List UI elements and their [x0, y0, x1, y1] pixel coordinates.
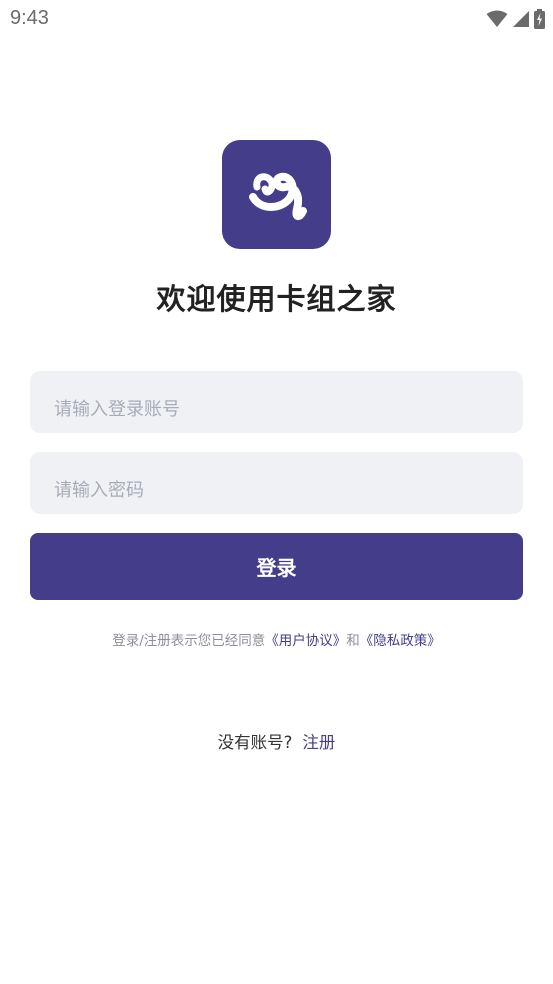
- login-screen: 9:43 欢迎使用卡组之家 请输入登录账号 登录 登录/注册表示您已经同意《用户…: [0, 0, 553, 984]
- agreement-prefix: 登录/注册表示您已经同意: [112, 633, 266, 649]
- account-field[interactable]: [30, 371, 523, 433]
- account-input[interactable]: [30, 371, 523, 433]
- app-logo: [222, 140, 331, 249]
- privacy-policy-link[interactable]: 《隐私政策》: [360, 633, 441, 649]
- register-question: 没有账号?: [217, 733, 293, 752]
- password-field[interactable]: [30, 452, 523, 514]
- battery-charging-icon: [534, 9, 545, 29]
- user-agreement-link[interactable]: 《用户协议》: [265, 633, 346, 649]
- register-link[interactable]: 注册: [302, 733, 335, 752]
- agreement-text: 登录/注册表示您已经同意《用户协议》和《隐私政策》: [0, 629, 553, 649]
- welcome-title: 欢迎使用卡组之家: [156, 282, 397, 316]
- login-button[interactable]: 登录: [30, 533, 523, 600]
- signal-icon: [512, 10, 530, 28]
- password-input[interactable]: [30, 452, 523, 514]
- status-time: 9:43: [10, 7, 49, 29]
- wifi-icon: [486, 10, 508, 28]
- status-icons: [486, 9, 545, 29]
- agreement-conjunction: 和: [346, 633, 360, 649]
- register-row: 没有账号? 注册: [0, 729, 553, 753]
- status-bar: 9:43: [0, 0, 553, 38]
- swirl-logo-icon: [237, 153, 317, 237]
